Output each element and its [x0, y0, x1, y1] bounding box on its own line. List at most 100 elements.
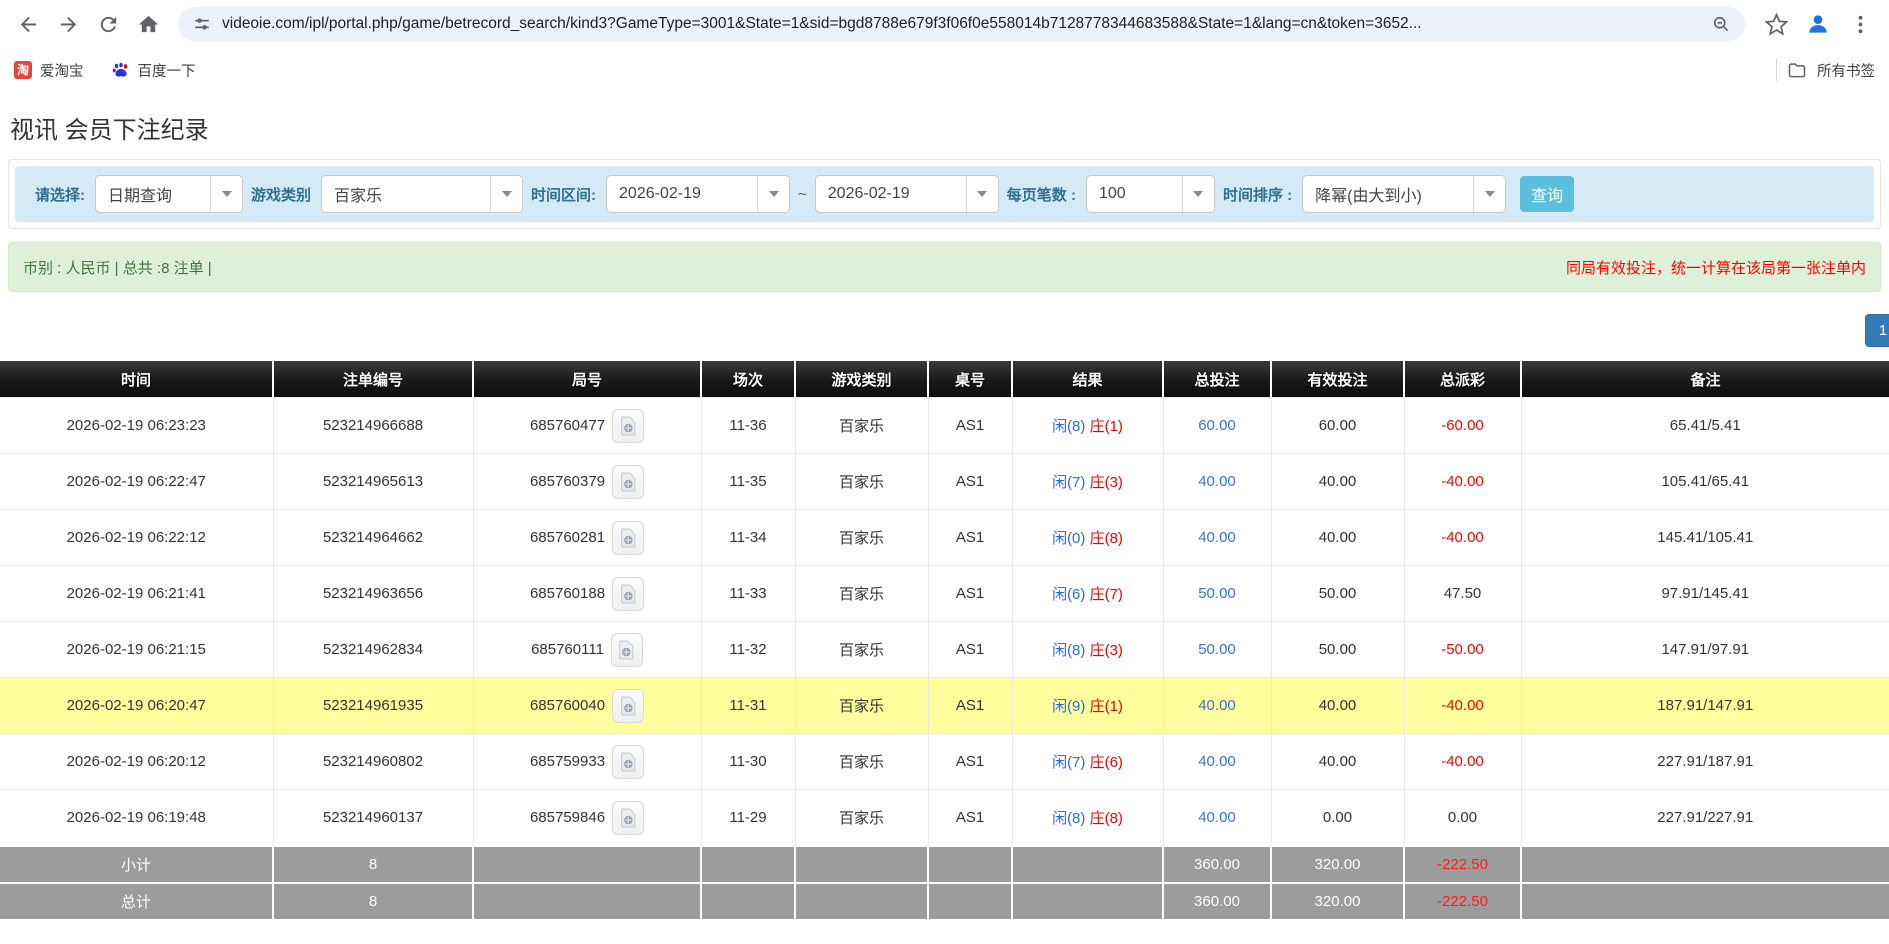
result-player: 闲(7): [1052, 474, 1085, 491]
cell-table-no: AS1: [928, 398, 1012, 454]
star-icon: [1765, 13, 1788, 36]
table-header: 时间注单编号局号场次游戏类别桌号结果总投注有效投注总派彩备注: [0, 361, 1889, 398]
bookmark-star-button[interactable]: [1759, 7, 1793, 41]
round-id-wrap: 685760111: [531, 633, 643, 667]
sum-empty: [1012, 846, 1163, 883]
browser-menu-button[interactable]: [1843, 7, 1877, 41]
select-type-label: 请选择:: [35, 184, 85, 205]
sum-payout: -222.50: [1404, 883, 1521, 920]
video-file-glyph: [620, 584, 637, 604]
video-replay-button[interactable]: [612, 521, 644, 555]
cell-bet-id: 523214963656: [273, 566, 473, 622]
video-replay-button[interactable]: [612, 465, 644, 499]
sort-order-value: 降幂(由大到小): [1303, 176, 1473, 212]
video-replay-button[interactable]: [612, 409, 644, 443]
video-replay-button[interactable]: [612, 577, 644, 611]
round-id-text: 685760477: [530, 417, 605, 434]
result-player: 闲(8): [1052, 418, 1085, 435]
cell-payout: -60.00: [1404, 398, 1521, 454]
url-text[interactable]: videoie.com/ipl/portal.php/game/betrecor…: [222, 15, 1701, 33]
result-banker: 庄(1): [1090, 418, 1123, 435]
total-bet-link[interactable]: 40.00: [1198, 697, 1236, 714]
tilde-separator: ~: [798, 186, 807, 203]
game-type-select[interactable]: 百家乐: [321, 175, 523, 213]
cell-time: 2026-02-19 06:21:15: [0, 622, 273, 678]
zoom-out-icon[interactable]: [1711, 14, 1731, 34]
cell-payout: -40.00: [1404, 454, 1521, 510]
bookmark-aitaobao[interactable]: 淘 爱淘宝: [14, 60, 84, 81]
home-button[interactable]: [131, 7, 165, 41]
cell-total-bet: 50.00: [1163, 622, 1271, 678]
filter-bar: 请选择: 日期查询 游戏类别 百家乐 时间区间: 2026-02-19 ~ 20: [15, 166, 1874, 222]
total-bet-link[interactable]: 50.00: [1198, 585, 1236, 602]
chevron-down-icon: [757, 176, 789, 212]
bookmark-label: 百度一下: [138, 60, 196, 81]
search-button[interactable]: 查询: [1520, 176, 1574, 212]
query-type-select[interactable]: 日期查询: [95, 175, 243, 213]
subtotal-row: 小计8360.00320.00-222.50: [0, 846, 1889, 883]
video-replay-button[interactable]: [612, 801, 644, 835]
page-content: 视讯 会员下注纪录 请选择: 日期查询 游戏类别 百家乐 时间区间: 2026-…: [0, 110, 1889, 944]
total-bet-link[interactable]: 40.00: [1198, 809, 1236, 826]
result-banker: 庄(7): [1090, 586, 1123, 603]
total-bet-link[interactable]: 60.00: [1198, 417, 1236, 434]
toolbar-right-icons: [1755, 7, 1881, 41]
video-replay-button[interactable]: [612, 745, 644, 779]
pagination-top: 1: [0, 314, 1889, 347]
cell-session: 11-34: [701, 510, 795, 566]
sum-valid-bet: 320.00: [1271, 883, 1404, 920]
cell-time: 2026-02-19 06:23:23: [0, 398, 273, 454]
sort-order-select[interactable]: 降幂(由大到小): [1302, 175, 1506, 213]
bookmarks-divider: [1776, 59, 1777, 81]
sort-order-label: 时间排序 :: [1223, 184, 1292, 205]
col-header-2: 局号: [473, 361, 701, 398]
result-banker: 庄(8): [1090, 530, 1123, 547]
round-id-text: 685760281: [530, 529, 605, 546]
result-player: 闲(7): [1052, 754, 1085, 771]
same-round-notice-text: 同局有效投注，统一计算在该局第一张注单内: [1566, 257, 1866, 278]
date-from-select[interactable]: 2026-02-19: [606, 175, 790, 213]
sum-empty: [928, 846, 1012, 883]
cell-total-bet: 50.00: [1163, 566, 1271, 622]
table-row: 2026-02-19 06:20:47523214961935685760040…: [0, 678, 1889, 734]
round-id-wrap: 685760379: [530, 465, 644, 499]
bookmark-baidu[interactable]: 百度一下: [112, 60, 196, 81]
cell-valid-bet: 40.00: [1271, 734, 1404, 790]
cell-payout: 47.50: [1404, 566, 1521, 622]
cell-time: 2026-02-19 06:22:12: [0, 510, 273, 566]
forward-button[interactable]: [51, 7, 85, 41]
video-replay-button[interactable]: [611, 633, 643, 667]
sum-note-empty: [1521, 883, 1889, 920]
total-bet-link[interactable]: 40.00: [1198, 753, 1236, 770]
address-bar[interactable]: videoie.com/ipl/portal.php/game/betrecor…: [178, 7, 1745, 41]
total-bet-link[interactable]: 50.00: [1198, 641, 1236, 658]
cell-round-id: 685760281: [473, 510, 701, 566]
bookmarks-bar: 淘 爱淘宝 百度一下 所有书签: [0, 48, 1889, 92]
bookmark-label: 爱淘宝: [40, 60, 84, 81]
sum-empty: [795, 883, 928, 920]
result-player: 闲(9): [1052, 698, 1085, 715]
round-id-text: 685760040: [530, 697, 605, 714]
cell-total-bet: 40.00: [1163, 678, 1271, 734]
total-bet-link[interactable]: 40.00: [1198, 529, 1236, 546]
sum-total-bet: 360.00: [1163, 883, 1271, 920]
video-replay-button[interactable]: [612, 689, 644, 723]
sum-empty: [473, 846, 701, 883]
cell-session: 11-36: [701, 398, 795, 454]
cell-table-no: AS1: [928, 622, 1012, 678]
reload-button[interactable]: [91, 7, 125, 41]
profile-avatar[interactable]: [1801, 7, 1835, 41]
cell-payout: -40.00: [1404, 734, 1521, 790]
all-bookmarks[interactable]: 所有书签: [1776, 59, 1875, 81]
page-size-select[interactable]: 100: [1086, 175, 1215, 213]
query-type-value: 日期查询: [96, 176, 210, 212]
browser-toolbar: videoie.com/ipl/portal.php/game/betrecor…: [0, 0, 1889, 48]
col-header-6: 结果: [1012, 361, 1163, 398]
back-button[interactable]: [11, 7, 45, 41]
page-1-button[interactable]: 1: [1865, 314, 1889, 347]
cell-game-type: 百家乐: [795, 566, 928, 622]
cell-game-type: 百家乐: [795, 734, 928, 790]
date-to-select[interactable]: 2026-02-19: [815, 175, 999, 213]
total-bet-link[interactable]: 40.00: [1198, 473, 1236, 490]
site-settings-icon[interactable]: [192, 14, 212, 34]
